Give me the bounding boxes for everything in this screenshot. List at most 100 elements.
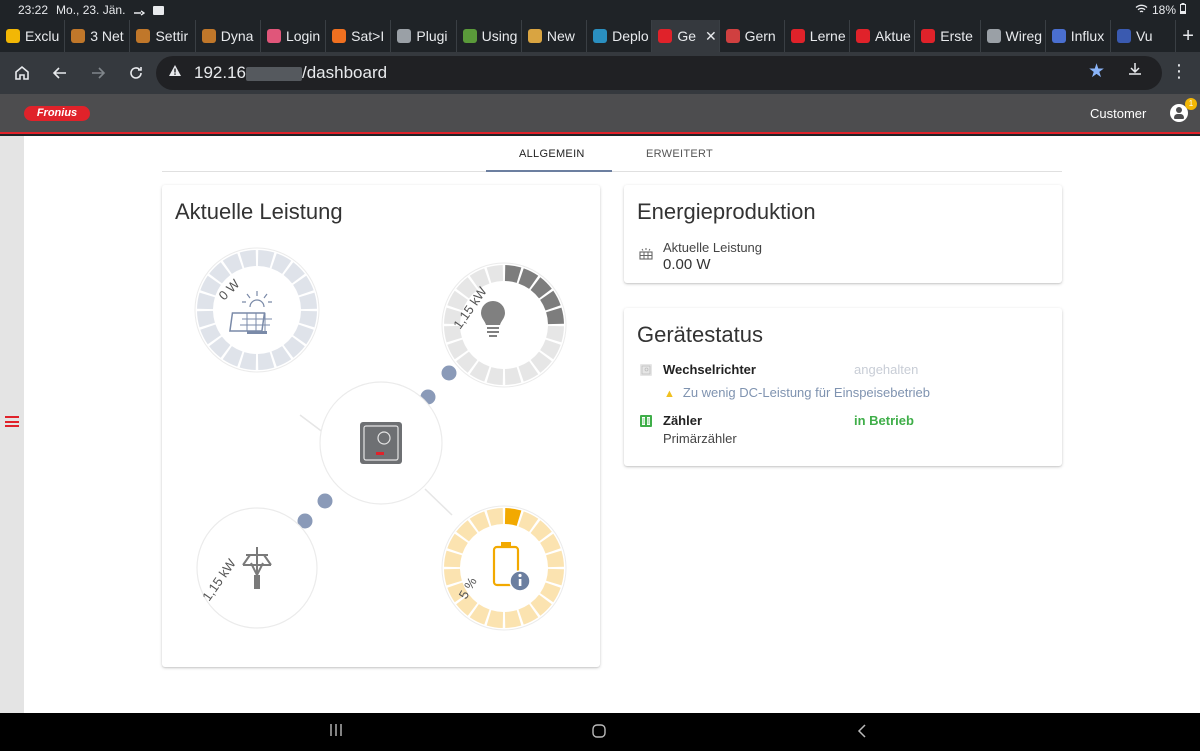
current-power-card: Aktuelle Leistung 0 W 1,15 kW 1,15 kW 5 … (162, 185, 600, 667)
browser-tab[interactable]: Influx (1046, 20, 1111, 52)
recent-apps-icon[interactable] (329, 723, 343, 742)
download-icon[interactable] (1127, 61, 1143, 82)
browser-tab[interactable]: Exclu (0, 20, 66, 52)
tab-favicon-icon (658, 29, 673, 43)
tab-label: Exclu (25, 28, 60, 44)
meter-icon (639, 414, 653, 428)
user-label[interactable]: Customer (1090, 106, 1146, 121)
browser-tab[interactable]: Aktue (850, 20, 916, 52)
tab-favicon-icon (527, 29, 542, 43)
meter-status: in Betrieb (854, 413, 914, 428)
tab-favicon-icon (462, 29, 477, 43)
home-button-icon[interactable] (591, 723, 607, 744)
meter-name[interactable]: Zähler (663, 413, 702, 428)
tab-favicon-icon (71, 29, 86, 43)
tab-label: New (546, 28, 575, 44)
battery-info-icon[interactable] (509, 570, 531, 592)
tab-favicon-icon (593, 29, 608, 43)
fronius-logo[interactable]: Fronius (24, 106, 90, 121)
browser-tab[interactable]: Wireg (981, 20, 1046, 52)
inverter-node[interactable] (319, 381, 443, 505)
clock: 23:22 (18, 3, 49, 17)
flow-dot (317, 493, 333, 509)
tab-label: Deplo (612, 28, 649, 44)
bookmark-star-icon[interactable]: ★ (1088, 60, 1105, 83)
browser-tab[interactable]: Ge ✕ (652, 20, 720, 52)
browser-tab[interactable]: Gern (720, 20, 785, 52)
tab-favicon-icon (1116, 29, 1131, 43)
home-icon[interactable] (10, 61, 34, 85)
current-power-label: Aktuelle Leistung (663, 240, 763, 255)
tab-label: Using (481, 28, 518, 44)
tab-label: Settir (155, 28, 189, 44)
device-status-card: Gerätestatus Wechselrichter angehalten ▲… (624, 308, 1062, 466)
tab-label: Dyna (220, 28, 254, 44)
battery-ring[interactable] (441, 505, 567, 631)
back-icon[interactable] (48, 61, 72, 85)
tab-label: Plugi (416, 28, 448, 44)
browser-tab[interactable]: New (522, 20, 588, 52)
pv-ring[interactable] (194, 247, 320, 373)
battery-icon (1180, 3, 1186, 17)
new-tab-icon[interactable]: + (1176, 25, 1200, 48)
reload-icon[interactable] (124, 61, 148, 85)
tab-label: Erste (940, 28, 973, 44)
back-button-icon[interactable] (856, 723, 868, 744)
browser-tab[interactable]: Dyna (196, 20, 261, 52)
wifi-icon (1135, 3, 1148, 17)
tab-favicon-icon (986, 29, 1001, 43)
url-text[interactable]: 192.16/dashboard (194, 63, 387, 83)
tab-favicon-icon (856, 29, 871, 43)
dashboard-tabs: ALLGEMEIN ERWEITERT (162, 136, 1062, 172)
browser-tab[interactable]: Sat>I (326, 20, 392, 52)
browser-tab[interactable]: Settir (130, 20, 196, 52)
tab-favicon-icon (397, 29, 412, 43)
tab-allgemein[interactable]: ALLGEMEIN (519, 148, 585, 160)
energy-production-card: Energieproduktion Aktuelle Leistung 0.00… (624, 185, 1062, 283)
hamburger-menu-icon[interactable] (5, 416, 19, 427)
browser-tab[interactable]: Vu (1111, 20, 1177, 52)
tab-label: Ge (677, 28, 697, 44)
key-icon (133, 6, 146, 16)
mail-icon (153, 5, 165, 15)
date: Mo., 23. Jän. (56, 3, 126, 17)
inverter-name[interactable]: Wechselrichter (663, 362, 756, 377)
current-power-value: 0.00 W (663, 256, 711, 273)
solar-panel-icon (639, 247, 653, 261)
close-tab-icon[interactable]: ✕ (705, 28, 717, 45)
more-menu-icon[interactable]: ⋮ (1170, 61, 1188, 82)
dashboard-page: ALLGEMEIN ERWEITERT Aktuelle Leistung 0 … (0, 136, 1200, 713)
app-header: Fronius Customer 1 (0, 94, 1200, 134)
forward-icon[interactable] (86, 61, 110, 85)
browser-tab[interactable]: Erste (915, 20, 981, 52)
tab-label: 3 Net (90, 28, 124, 44)
not-secure-warning-icon[interactable] (168, 64, 182, 80)
browser-tab[interactable]: 3 Net (65, 20, 131, 52)
tab-erweitert[interactable]: ERWEITERT (646, 148, 713, 160)
browser-tab[interactable]: Login (261, 20, 327, 52)
tab-favicon-icon (790, 29, 805, 43)
browser-tab-strip: Exclu 3 Net Settir Dyna Login Sat>I Plugi Using… (0, 20, 1200, 52)
warning-icon: ▲ (664, 388, 675, 400)
side-rail (0, 136, 24, 713)
browser-tab[interactable]: Plugi (391, 20, 457, 52)
browser-tab[interactable]: Lerne (785, 20, 851, 52)
tab-label: Wireg (1005, 28, 1043, 44)
power-flow-diagram: 0 W 1,15 kW1,15 kW 5 % (194, 247, 567, 631)
card-title: Aktuelle Leistung (175, 199, 343, 224)
tab-label: Lerne (809, 28, 846, 44)
tab-favicon-icon (332, 29, 347, 43)
tab-label: Gern (744, 28, 776, 44)
address-bar[interactable]: 192.16/dashboard (156, 56, 1162, 90)
browser-toolbar: 192.16/dashboard ★ ⋮ (0, 52, 1200, 94)
meter-type: Primärzähler (663, 431, 737, 446)
tab-label: Sat>I (351, 28, 385, 44)
tab-label: Aktue (875, 28, 911, 44)
tab-favicon-icon (1051, 29, 1066, 43)
browser-tab[interactable]: Using (457, 20, 522, 52)
inverter-status: angehalten (854, 362, 919, 377)
inverter-warning: ▲ Zu wenig DC-Leistung für Einspeisebetri… (664, 385, 931, 400)
tab-label: Login (285, 28, 321, 44)
notification-badge[interactable]: 1 (1185, 98, 1197, 110)
browser-tab[interactable]: Deplo (587, 20, 653, 52)
